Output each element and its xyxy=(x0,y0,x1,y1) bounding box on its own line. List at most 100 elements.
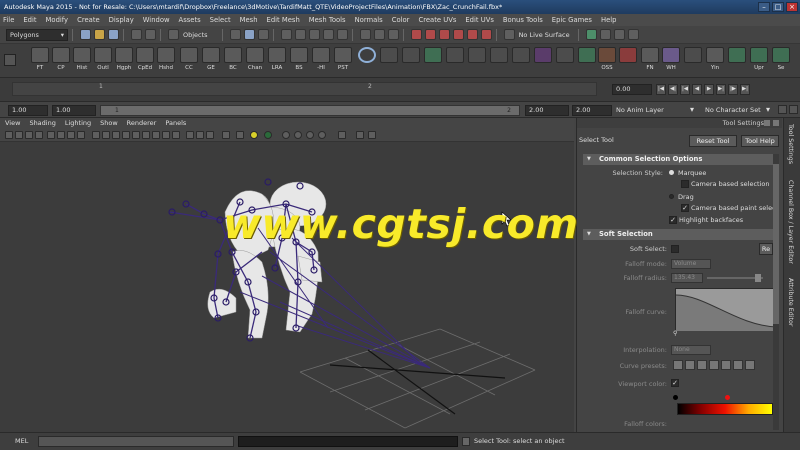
render-setup-icon[interactable] xyxy=(480,29,492,40)
snap-curve-icon[interactable] xyxy=(294,29,306,40)
dark-sphere-icon[interactable] xyxy=(318,131,326,139)
render-view-icon[interactable] xyxy=(410,29,422,40)
anim-layer-label[interactable]: No Anim Layer xyxy=(616,106,664,114)
menu-modify[interactable]: Modify xyxy=(46,16,69,24)
flat-shade-icon[interactable] xyxy=(112,131,120,139)
smooth-shade-icon[interactable] xyxy=(102,131,110,139)
perspective-viewport[interactable]: View Shading Lighting Show Renderer Pane… xyxy=(0,118,574,432)
shadows-icon[interactable] xyxy=(152,131,160,139)
circle-control-tool[interactable] xyxy=(358,47,376,63)
antialias-icon[interactable] xyxy=(172,131,180,139)
output-ops-icon[interactable] xyxy=(373,29,385,40)
color-key-red[interactable] xyxy=(725,395,730,400)
white-sphere-icon[interactable] xyxy=(306,131,314,139)
gray-sphere-icon[interactable] xyxy=(294,131,302,139)
green-light-icon[interactable] xyxy=(264,131,272,139)
backface-culling-icon[interactable] xyxy=(222,131,230,139)
shelf-tool-chan[interactable]: Chan xyxy=(246,47,264,71)
shelf-tool-outl[interactable]: Outl xyxy=(94,47,112,71)
tab-tool-settings[interactable]: Tool Settings xyxy=(787,124,794,164)
shelf-tool-ge[interactable]: GE xyxy=(202,47,220,71)
interpolation-dropdown[interactable]: None xyxy=(671,345,711,355)
gate-mask-icon[interactable] xyxy=(77,131,85,139)
camera-based-paint-checkbox[interactable]: ✓ xyxy=(681,204,689,212)
selection-mask-label[interactable]: Objects xyxy=(183,31,208,39)
preset-linear-icon[interactable] xyxy=(673,360,683,370)
drag-radio[interactable] xyxy=(669,194,674,199)
light-bulb-icon[interactable] xyxy=(236,131,244,139)
soft-select-reset-button[interactable]: Re xyxy=(759,243,773,255)
chevron-down-icon[interactable]: ▾ xyxy=(690,105,694,114)
skeleton-tool-4[interactable] xyxy=(446,47,464,63)
viewport-menu-shading[interactable]: Shading xyxy=(29,119,55,127)
soft-select-checkbox[interactable] xyxy=(671,245,679,253)
save-scene-icon[interactable] xyxy=(108,29,119,40)
skeleton-tool-8[interactable] xyxy=(534,47,552,63)
ipr-render-icon[interactable] xyxy=(438,29,450,40)
bookmark-icon[interactable] xyxy=(25,131,33,139)
render-frame-icon[interactable] xyxy=(424,29,436,40)
command-input[interactable] xyxy=(38,436,234,447)
preset-ease-icon[interactable] xyxy=(709,360,719,370)
xray-joints-icon[interactable] xyxy=(206,131,214,139)
menu-file[interactable]: File xyxy=(3,16,14,24)
script-editor-icon[interactable] xyxy=(462,437,470,446)
image-plane-icon[interactable] xyxy=(35,131,43,139)
shelf-tool-pst[interactable]: PST xyxy=(334,47,352,71)
shelf-tool-brush[interactable] xyxy=(619,47,637,63)
falloff-curve-editor[interactable] xyxy=(675,288,777,331)
range-end-field[interactable]: 2.00 xyxy=(572,105,612,116)
curve-key-icon[interactable]: ⚲ xyxy=(673,330,677,337)
menu-color[interactable]: Color xyxy=(392,16,410,24)
falloff-radius-field[interactable]: 135.43 xyxy=(671,273,703,283)
play-back-icon[interactable]: ◀ xyxy=(692,84,702,95)
render-settings-icon[interactable] xyxy=(452,29,464,40)
shelf-tool-yin[interactable]: Yin xyxy=(706,47,724,71)
resolution-gate-icon[interactable] xyxy=(67,131,75,139)
shelf-tool-bs[interactable]: BS xyxy=(290,47,308,71)
channel-box-toggle-icon[interactable] xyxy=(613,29,625,40)
tab-channel-box[interactable]: Channel Box / Layer Editor xyxy=(787,180,794,264)
outliner-toggle-icon[interactable] xyxy=(599,29,611,40)
isolate-select-icon[interactable] xyxy=(186,131,194,139)
film-gate-icon[interactable] xyxy=(57,131,65,139)
shelf-tool-fn[interactable]: FN xyxy=(641,47,659,71)
new-scene-icon[interactable] xyxy=(80,29,91,40)
skeleton-tool-1[interactable] xyxy=(380,47,398,63)
cube-icon[interactable] xyxy=(356,131,364,139)
command-language-label[interactable]: MEL xyxy=(15,437,28,445)
menu-mesh[interactable]: Mesh xyxy=(240,16,258,24)
shelf-tool-hi[interactable]: -HI xyxy=(312,47,330,71)
tool-settings-scrollbar[interactable] xyxy=(773,154,779,430)
preset-flat-icon[interactable] xyxy=(733,360,743,370)
skeleton-tool-2[interactable] xyxy=(402,47,420,63)
play-forward-icon[interactable]: ▶ xyxy=(704,84,714,95)
maximize-icon[interactable]: □ xyxy=(772,2,784,12)
skeleton-tool-10[interactable] xyxy=(578,47,596,63)
camera-based-selection-checkbox[interactable] xyxy=(681,180,689,188)
highlight-backfaces-checkbox[interactable]: ✓ xyxy=(669,216,677,224)
menu-epic-games[interactable]: Epic Games xyxy=(552,16,592,24)
input-ops-icon[interactable] xyxy=(359,29,371,40)
menu-edit-mesh[interactable]: Edit Mesh xyxy=(267,16,300,24)
reset-tool-button[interactable]: Reset Tool xyxy=(689,135,737,147)
chevron-down-icon[interactable]: ▾ xyxy=(766,105,770,114)
float-panel-icon[interactable] xyxy=(764,120,770,126)
playback-start-field[interactable]: 1.00 xyxy=(52,105,96,116)
tab-attribute-editor[interactable]: Attribute Editor xyxy=(787,278,794,326)
go-to-end-icon[interactable]: ▶| xyxy=(740,84,750,95)
wireframe-on-shaded-icon[interactable] xyxy=(122,131,130,139)
skeleton-tool-5[interactable] xyxy=(468,47,486,63)
live-surface-icon[interactable] xyxy=(503,29,515,40)
snap-grid-icon[interactable] xyxy=(280,29,292,40)
shelf-tool-ft[interactable]: FT xyxy=(31,47,49,71)
redo-icon[interactable] xyxy=(145,29,156,40)
menu-create[interactable]: Create xyxy=(77,16,100,24)
next-key-icon[interactable]: ▶| xyxy=(716,84,726,95)
shelf-tool-lra[interactable]: LRA xyxy=(268,47,286,71)
undo-icon[interactable] xyxy=(131,29,142,40)
shelf-tool-hgph[interactable]: Hgph xyxy=(115,47,133,71)
shelf-tool-bc[interactable]: BC xyxy=(224,47,242,71)
select-tool-icon[interactable] xyxy=(338,131,346,139)
lights-icon[interactable] xyxy=(142,131,150,139)
